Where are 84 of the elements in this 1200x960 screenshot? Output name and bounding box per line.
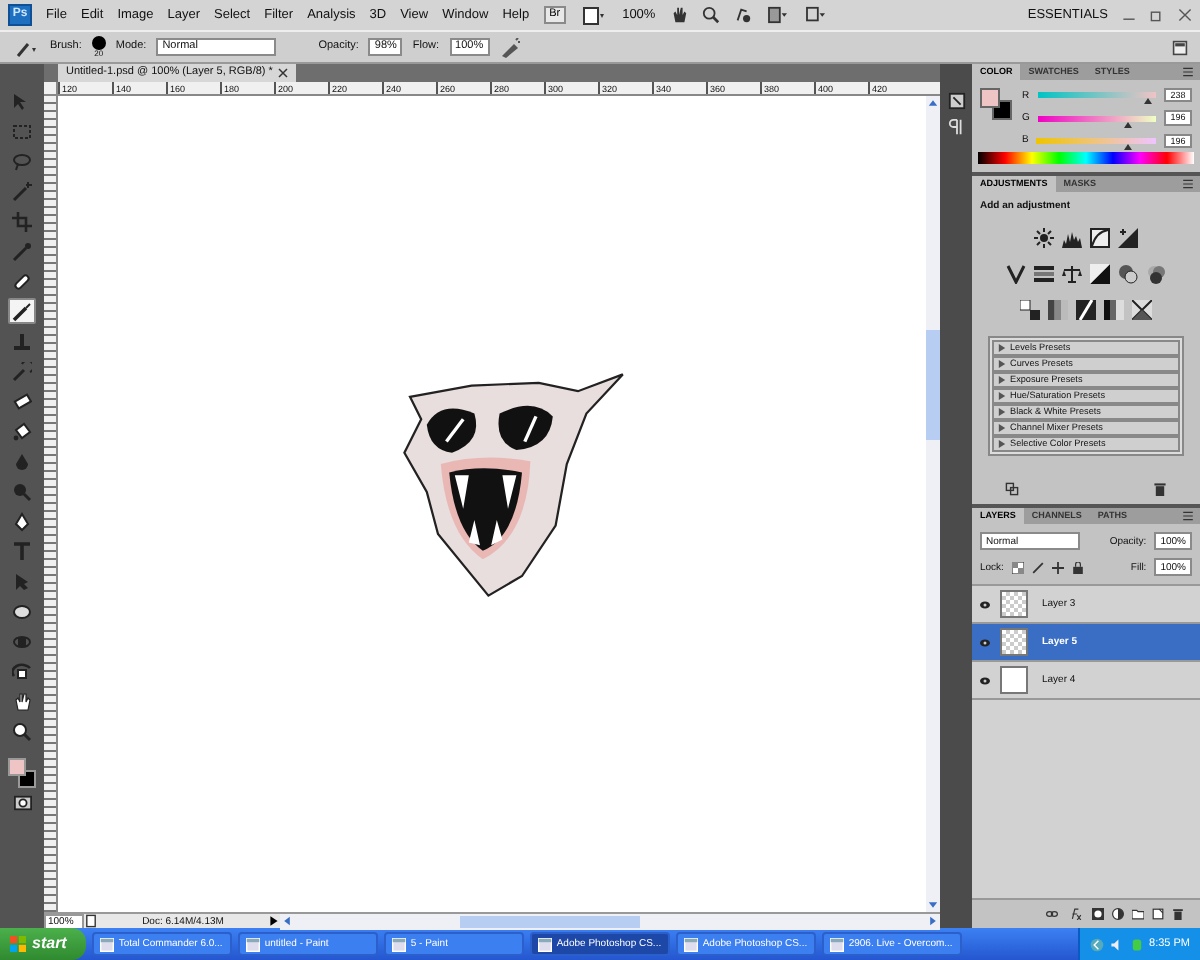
quick-mask-icon[interactable] xyxy=(11,794,33,812)
magnifier-icon[interactable] xyxy=(12,721,32,741)
rotate-icon[interactable] xyxy=(733,6,752,24)
eraser-icon[interactable] xyxy=(12,391,32,411)
exposure-icon[interactable] xyxy=(1118,228,1138,249)
airbrush-icon[interactable] xyxy=(499,37,520,57)
dotted-rectangle-icon[interactable] xyxy=(12,121,32,141)
chevron-icon[interactable] xyxy=(1089,937,1104,951)
status-menu-arrow-icon[interactable] xyxy=(268,914,280,928)
new-layer-icon[interactable] xyxy=(1152,908,1164,920)
vertical-scrollbar-thumb[interactable] xyxy=(926,329,940,439)
bars-icon[interactable] xyxy=(1034,264,1054,285)
invert-icon[interactable] xyxy=(1020,300,1040,321)
page-icon[interactable] xyxy=(84,914,98,928)
diagonal-split-square-icon[interactable] xyxy=(1090,264,1110,285)
window-icon xyxy=(538,937,553,951)
scroll-up-arrow-icon[interactable] xyxy=(926,96,940,110)
slider-thumb[interactable] xyxy=(1124,121,1133,128)
panel-menu-icon[interactable] xyxy=(1180,178,1196,191)
window-icon xyxy=(392,937,407,951)
window-icon xyxy=(246,937,261,951)
close-icon[interactable] xyxy=(1178,8,1192,22)
brush-icon[interactable] xyxy=(12,301,32,321)
checkerboard-lock-icon[interactable] xyxy=(1011,561,1024,574)
trash-icon[interactable] xyxy=(1152,482,1168,497)
foreground-color-swatch[interactable] xyxy=(8,758,26,776)
window-icon xyxy=(100,937,115,951)
panel-toggle-icon[interactable] xyxy=(1172,39,1188,55)
layer-thumbnail xyxy=(1000,666,1028,695)
zoom-icon[interactable] xyxy=(701,6,720,24)
foreground-color-swatch[interactable] xyxy=(980,88,1000,108)
screen-mode-icon[interactable] xyxy=(803,6,828,24)
bandage-icon[interactable] xyxy=(12,271,32,291)
hand-icon[interactable] xyxy=(12,691,32,711)
scroll-left-arrow-icon[interactable] xyxy=(280,914,294,928)
flag-icon xyxy=(10,936,26,952)
close-icon[interactable] xyxy=(278,68,289,78)
mask-icon[interactable] xyxy=(1092,908,1104,920)
brush-icon[interactable] xyxy=(12,37,40,57)
link-icon[interactable] xyxy=(1044,908,1060,920)
move-lock-icon[interactable] xyxy=(1051,561,1064,574)
folder-icon[interactable] xyxy=(1132,908,1144,920)
eye-icon[interactable] xyxy=(978,675,992,686)
paragraph-icon[interactable] xyxy=(947,118,965,136)
histogram-icon[interactable] xyxy=(1062,228,1082,249)
layer-thumbnail xyxy=(1000,590,1028,619)
posterize-icon[interactable] xyxy=(1048,300,1068,321)
three-circles-icon[interactable] xyxy=(1146,264,1166,285)
arrange-icon[interactable] xyxy=(765,6,790,24)
scale-icon[interactable] xyxy=(1062,264,1082,285)
view-menu-icon[interactable] xyxy=(580,5,609,25)
color-spectrum-bar[interactable] xyxy=(978,152,1194,165)
overlapping-circles-icon[interactable] xyxy=(1118,264,1138,285)
panel-menu-icon[interactable] xyxy=(1180,510,1196,523)
scroll-down-arrow-icon[interactable] xyxy=(926,898,940,912)
speaker-icon[interactable] xyxy=(1109,937,1124,951)
curve-graph-icon[interactable] xyxy=(1090,228,1110,249)
window-icon xyxy=(830,937,845,951)
half-circle-icon[interactable] xyxy=(1112,908,1124,920)
window-icon xyxy=(684,937,699,951)
orbit-3d-icon[interactable] xyxy=(12,661,32,681)
trash-icon[interactable] xyxy=(1172,908,1184,920)
slider-thumb[interactable] xyxy=(1143,98,1152,105)
brush-lock-icon[interactable] xyxy=(1031,561,1044,574)
restore-icon[interactable] xyxy=(1150,8,1164,22)
eye-icon[interactable] xyxy=(978,637,992,648)
threshold-icon[interactable] xyxy=(1076,300,1096,321)
clip-icon[interactable] xyxy=(1004,482,1020,497)
pen-nib-icon[interactable] xyxy=(12,511,32,531)
sun-icon[interactable] xyxy=(1034,228,1054,249)
crossed-square-icon[interactable] xyxy=(1132,300,1152,321)
eye-icon[interactable] xyxy=(978,599,992,610)
horizontal-scrollbar-thumb[interactable] xyxy=(460,915,640,927)
scroll-right-arrow-icon[interactable] xyxy=(926,914,940,928)
padlock-icon[interactable] xyxy=(1071,561,1084,574)
bucket-icon[interactable] xyxy=(12,421,32,441)
panel-icon[interactable] xyxy=(947,92,965,110)
gradient-icon[interactable] xyxy=(1104,300,1124,321)
v-shape-icon[interactable] xyxy=(1006,264,1026,285)
fx-style-icon[interactable] xyxy=(1068,908,1084,920)
layer-thumbnail xyxy=(1000,628,1028,657)
panel-menu-icon[interactable] xyxy=(1180,66,1196,78)
hand-icon[interactable] xyxy=(669,6,688,24)
ellipse-icon[interactable] xyxy=(12,601,32,621)
